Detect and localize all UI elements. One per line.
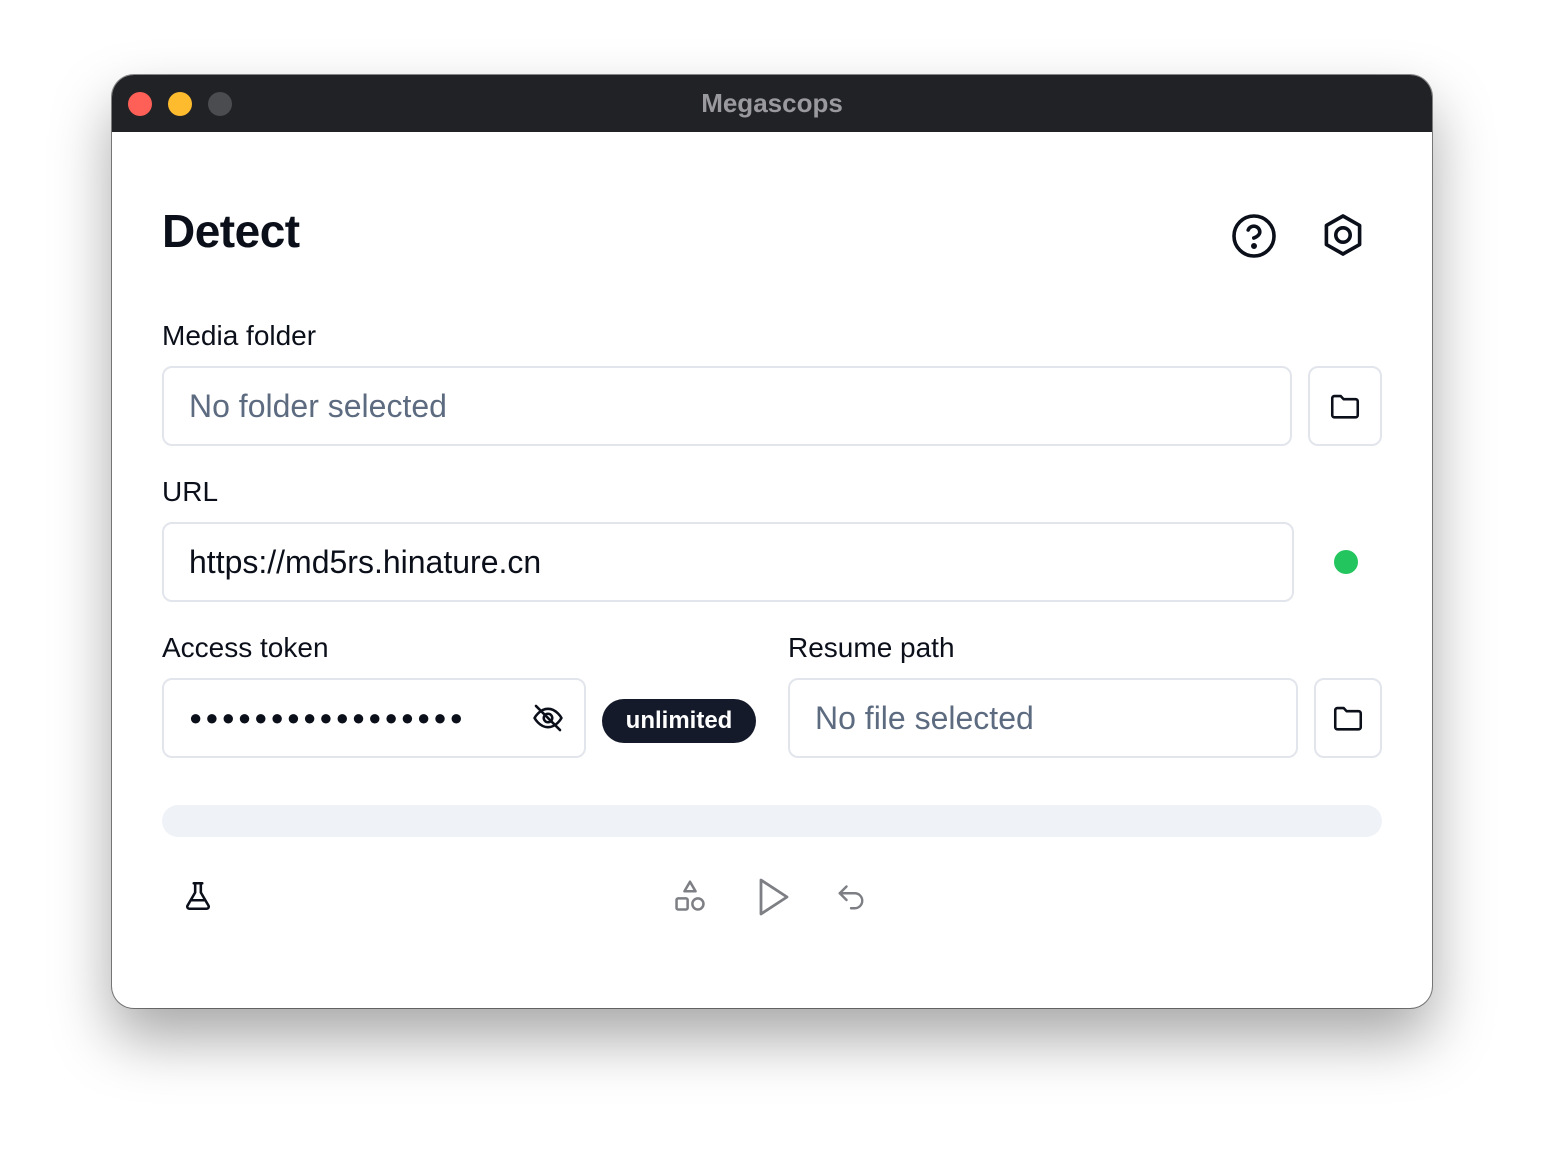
resume-path-placeholder: No file selected xyxy=(815,699,1034,736)
connection-status-indicator xyxy=(1334,550,1358,574)
flask-icon xyxy=(185,881,211,911)
undo-button[interactable] xyxy=(830,876,872,918)
url-value: https://md5rs.hinature.cn xyxy=(189,543,542,580)
categories-button[interactable] xyxy=(668,874,712,918)
media-folder-placeholder: No folder selected xyxy=(189,387,447,424)
token-quota-badge: unlimited xyxy=(602,699,756,743)
title-bar: Megascops xyxy=(112,75,1432,132)
shapes-icon xyxy=(675,880,705,911)
window-title: Megascops xyxy=(701,88,843,118)
access-token-label: Access token xyxy=(162,632,329,663)
browse-media-folder-button[interactable] xyxy=(1308,366,1382,446)
media-folder-label: Media folder xyxy=(162,320,317,351)
experimental-button[interactable] xyxy=(178,874,218,918)
help-circle-icon xyxy=(1232,214,1276,258)
url-label: URL xyxy=(162,476,219,507)
start-button[interactable] xyxy=(748,872,798,922)
media-folder-field[interactable]: No folder selected xyxy=(162,366,1292,446)
play-icon xyxy=(759,878,789,916)
settings-hexagon-icon xyxy=(1324,214,1362,256)
url-field[interactable]: https://md5rs.hinature.cn xyxy=(162,522,1294,602)
progress-bar xyxy=(162,805,1382,837)
eye-off-icon xyxy=(533,704,563,732)
page-title: Detect xyxy=(162,205,300,257)
browse-resume-path-button[interactable] xyxy=(1314,678,1382,758)
resume-path-label: Resume path xyxy=(788,632,955,663)
main-content: Detect Media folder No folder selected U… xyxy=(112,132,1432,1008)
access-token-masked-value: ●●●●●●●●●●●●●●●●● xyxy=(189,705,466,730)
folder-icon xyxy=(1330,394,1360,419)
settings-button[interactable] xyxy=(1316,208,1370,262)
app-window: Megascops Detect Media folder No folder … xyxy=(112,75,1432,1008)
undo-icon xyxy=(838,885,864,910)
resume-path-field[interactable]: No file selected xyxy=(788,678,1298,758)
access-token-field[interactable]: ●●●●●●●●●●●●●●●●● xyxy=(162,678,586,758)
folder-icon xyxy=(1333,706,1363,731)
help-button[interactable] xyxy=(1228,210,1280,262)
toggle-token-visibility-button[interactable] xyxy=(530,700,566,736)
